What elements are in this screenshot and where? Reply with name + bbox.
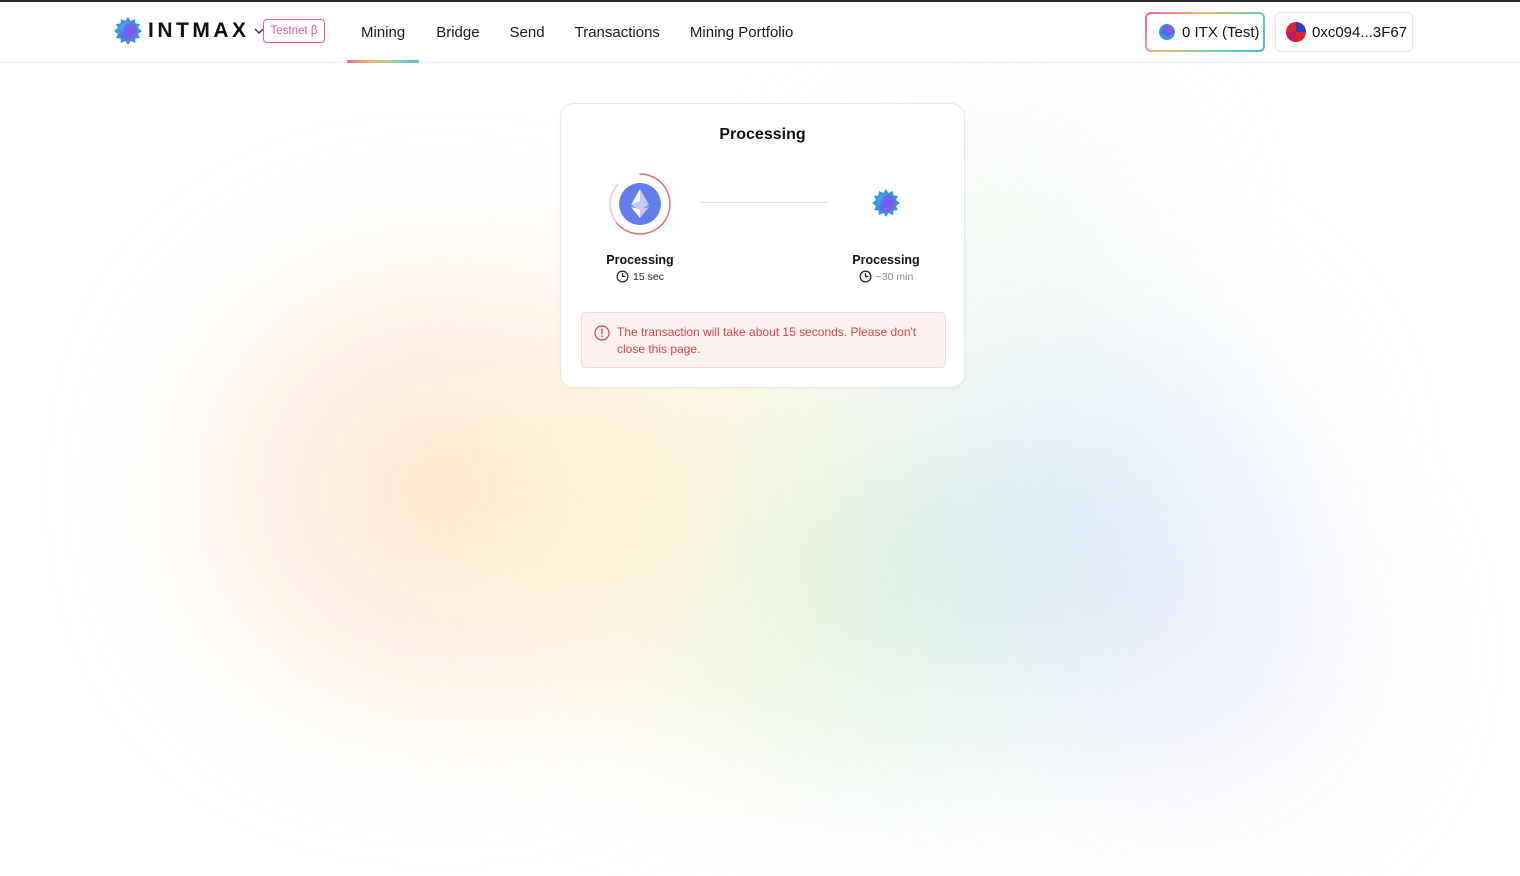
top-nav-bar: INTMAX Testnet β Mining Bridge Send Tran… [0,2,1520,63]
balance-label: 0 ITX (Test) [1182,23,1260,41]
card-title: Processing [719,126,806,143]
balance-button[interactable]: 0 ITX (Test) [1145,12,1265,52]
step-ethereum: Processing 15 sec [580,172,700,283]
nav-send[interactable]: Send [495,2,560,62]
wallet-address: 0xc094...3F67 [1312,23,1408,41]
clock-icon [859,270,872,283]
top-border [0,0,1520,2]
nav-transactions[interactable]: Transactions [560,2,675,62]
step-ethereum-label: Processing [606,253,674,267]
alert-circle-icon [594,325,610,341]
intmax-icon [872,189,900,217]
brand-menu[interactable]: INTMAX [113,16,265,46]
wallet-button[interactable]: 0xc094...3F67 [1275,12,1413,52]
nav-bridge[interactable]: Bridge [419,2,494,62]
step-ethereum-duration: 15 sec [633,270,664,283]
wallet-avatar-icon [1286,22,1306,42]
clock-icon [616,270,629,283]
step-intmax: Processing ~30 min [826,172,946,283]
intmax-logo-icon [114,17,142,45]
main-nav: Mining Bridge Send Transactions Mining P… [347,2,808,63]
testnet-badge: Testnet β [263,19,325,43]
ethereum-icon [609,173,671,235]
processing-card: Processing Processing 15 sec Processing … [560,103,965,388]
step-intmax-duration: ~30 min [875,270,914,283]
intmax-token-icon [1159,24,1175,40]
nav-mining[interactable]: Mining [347,2,420,63]
step-ethereum-time: 15 sec [580,270,700,283]
alert-message: The transaction will take about 15 secon… [617,325,917,356]
step-intmax-label: Processing [852,253,920,267]
warning-alert: The transaction will take about 15 secon… [581,312,946,368]
brand-name: INTMAX [148,19,250,42]
step-intmax-time: ~30 min [826,270,946,283]
step-connector-line [700,202,828,203]
nav-mining-portfolio[interactable]: Mining Portfolio [675,2,808,62]
